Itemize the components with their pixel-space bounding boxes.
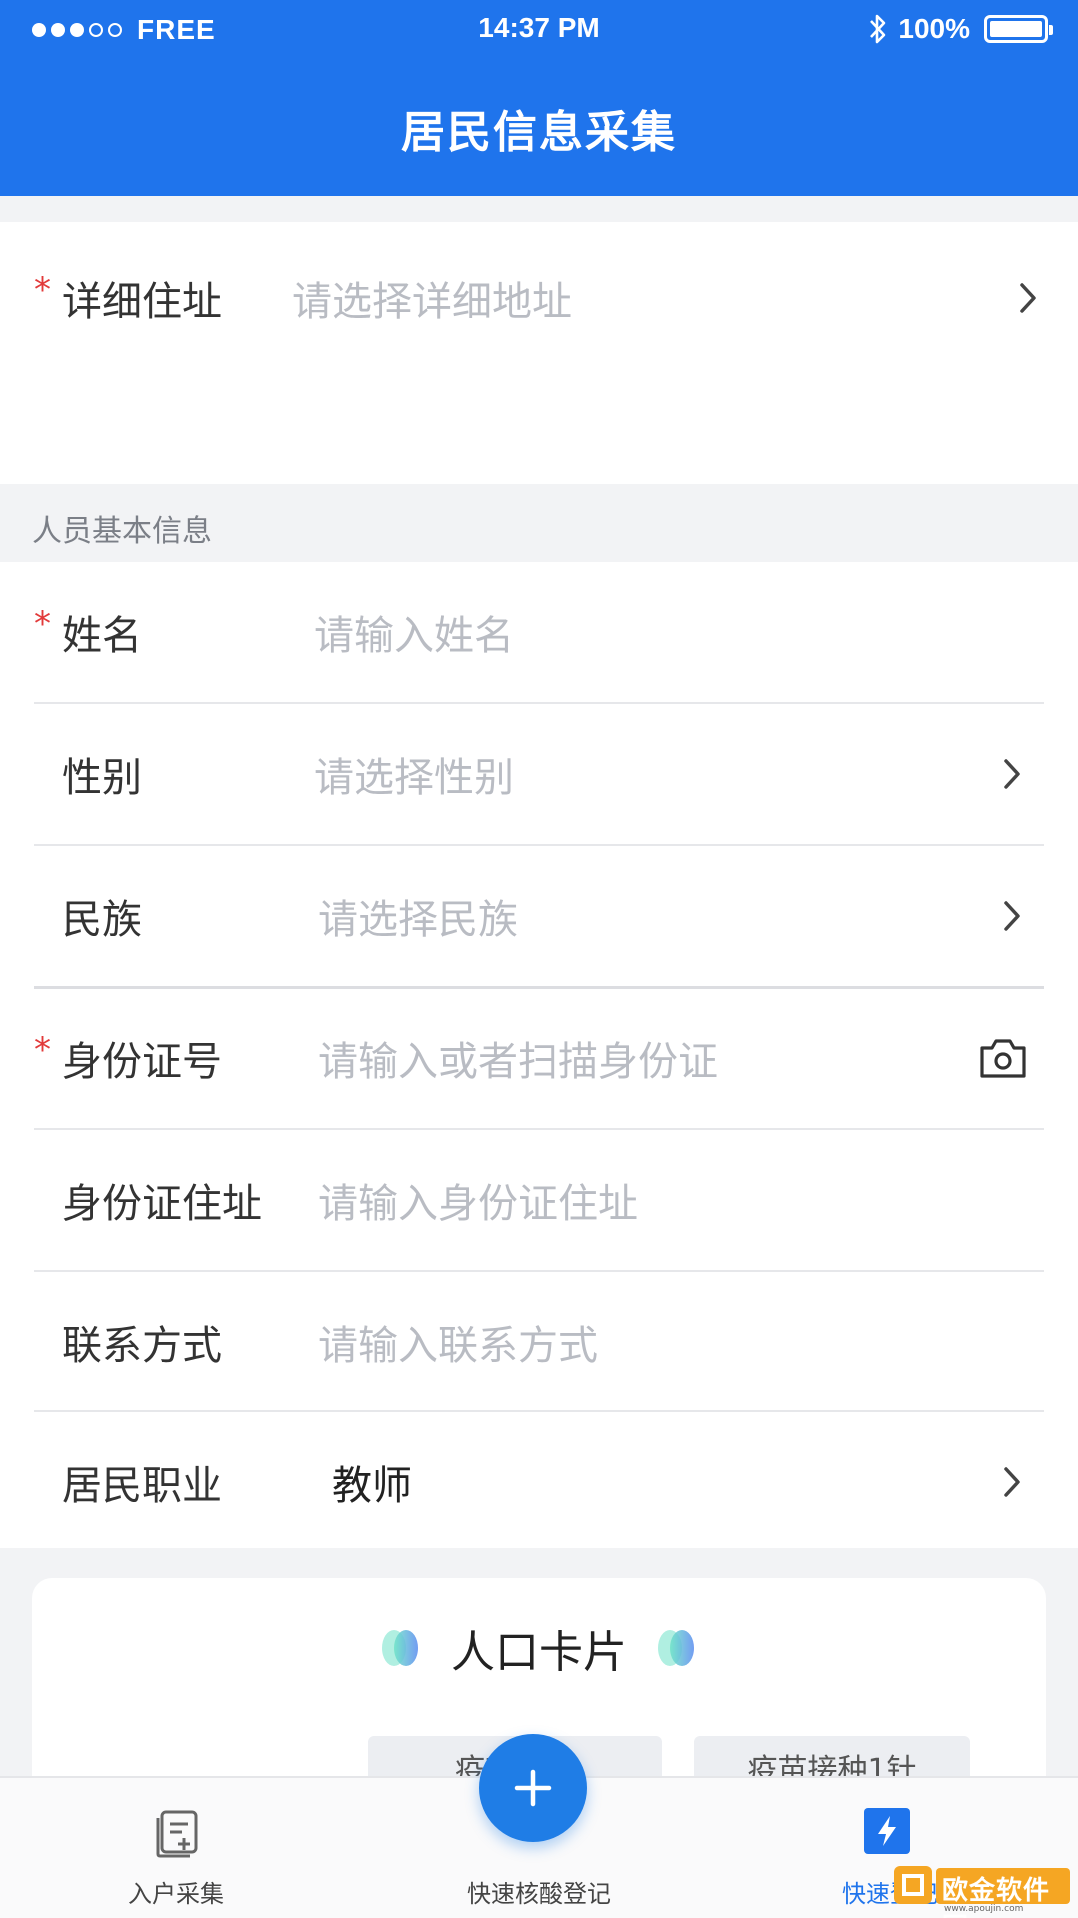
battery-percent: 100% — [898, 13, 970, 44]
tab-label: 快速核酸登记 — [467, 1880, 611, 1908]
id-address-label: 身份证住址 — [62, 1181, 262, 1227]
page-title: 居民信息采集 — [401, 107, 677, 158]
occupation-row[interactable]: 居民职业 教师 — [34, 1412, 1044, 1552]
bluetooth-icon — [870, 14, 886, 44]
name-input[interactable]: 请输入姓名 — [314, 603, 514, 661]
id-number-row[interactable]: * 身份证号 请输入或者扫描身份证 — [34, 988, 1044, 1128]
chevron-right-icon — [1004, 759, 1020, 789]
basic-info-form: * 姓名 请输入姓名 性别 请选择性别 民族 请选择民族 * 身份证号 请输入或… — [0, 562, 1078, 1548]
address-card: * 详细住址 请选择详细地址 — [0, 222, 1078, 484]
watermark-logo: 欧金软件园 www.apoujin.com — [892, 1862, 1072, 1918]
contact-label: 联系方式 — [62, 1323, 222, 1369]
population-card-title: 人口卡片 — [451, 1627, 627, 1678]
decoration-icon — [658, 1630, 694, 1666]
occupation-label: 居民职业 — [62, 1463, 222, 1509]
address-label: 详细住址 — [62, 279, 222, 325]
battery-icon — [984, 15, 1053, 43]
address-row[interactable]: * 详细住址 请选择详细地址 — [34, 228, 1044, 368]
status-right: 100% — [868, 12, 1053, 46]
contact-row[interactable]: 联系方式 请输入联系方式 — [34, 1272, 1044, 1412]
status-bar: FREE 14:37 PM 100% — [0, 0, 1078, 60]
id-address-input[interactable]: 请输入身份证住址 — [318, 1171, 638, 1229]
ethnicity-label: 民族 — [62, 897, 142, 943]
id-number-input[interactable]: 请输入或者扫描身份证 — [318, 1029, 718, 1087]
add-form-icon — [156, 1810, 198, 1858]
address-placeholder[interactable]: 请选择详细地址 — [292, 269, 572, 327]
ethnicity-row[interactable]: 民族 请选择民族 — [34, 846, 1044, 986]
gender-row[interactable]: 性别 请选择性别 — [34, 704, 1044, 844]
chevron-right-icon — [1020, 283, 1036, 313]
contact-input[interactable]: 请输入联系方式 — [318, 1313, 598, 1371]
occupation-value[interactable]: 教师 — [332, 1453, 412, 1511]
required-marker: * — [34, 604, 51, 644]
tab-label: 入户采集 — [128, 1880, 224, 1908]
ethnicity-select[interactable]: 请选择民族 — [318, 887, 518, 945]
required-marker: * — [34, 1030, 51, 1070]
add-button[interactable] — [479, 1734, 587, 1842]
id-address-row[interactable]: 身份证住址 请输入身份证住址 — [34, 1130, 1044, 1270]
gender-label: 性别 — [62, 755, 142, 801]
app-header: FREE 14:37 PM 100% 居民信息采集 — [0, 0, 1078, 196]
required-marker: * — [34, 270, 51, 310]
tab-household-collection[interactable]: 入户采集 — [46, 1778, 306, 1918]
id-number-label: 身份证号 — [62, 1039, 222, 1085]
lightning-icon — [864, 1808, 910, 1854]
gender-select[interactable]: 请选择性别 — [314, 745, 514, 803]
watermark-url: www.apoujin.com — [944, 1904, 1024, 1914]
chevron-right-icon — [1004, 1467, 1020, 1497]
camera-icon[interactable] — [978, 1036, 1028, 1080]
plus-icon — [514, 1769, 552, 1807]
name-label: 姓名 — [62, 613, 142, 659]
chevron-right-icon — [1004, 901, 1020, 931]
name-row[interactable]: * 姓名 请输入姓名 — [34, 562, 1044, 702]
section-header: 人员基本信息 — [32, 514, 212, 549]
